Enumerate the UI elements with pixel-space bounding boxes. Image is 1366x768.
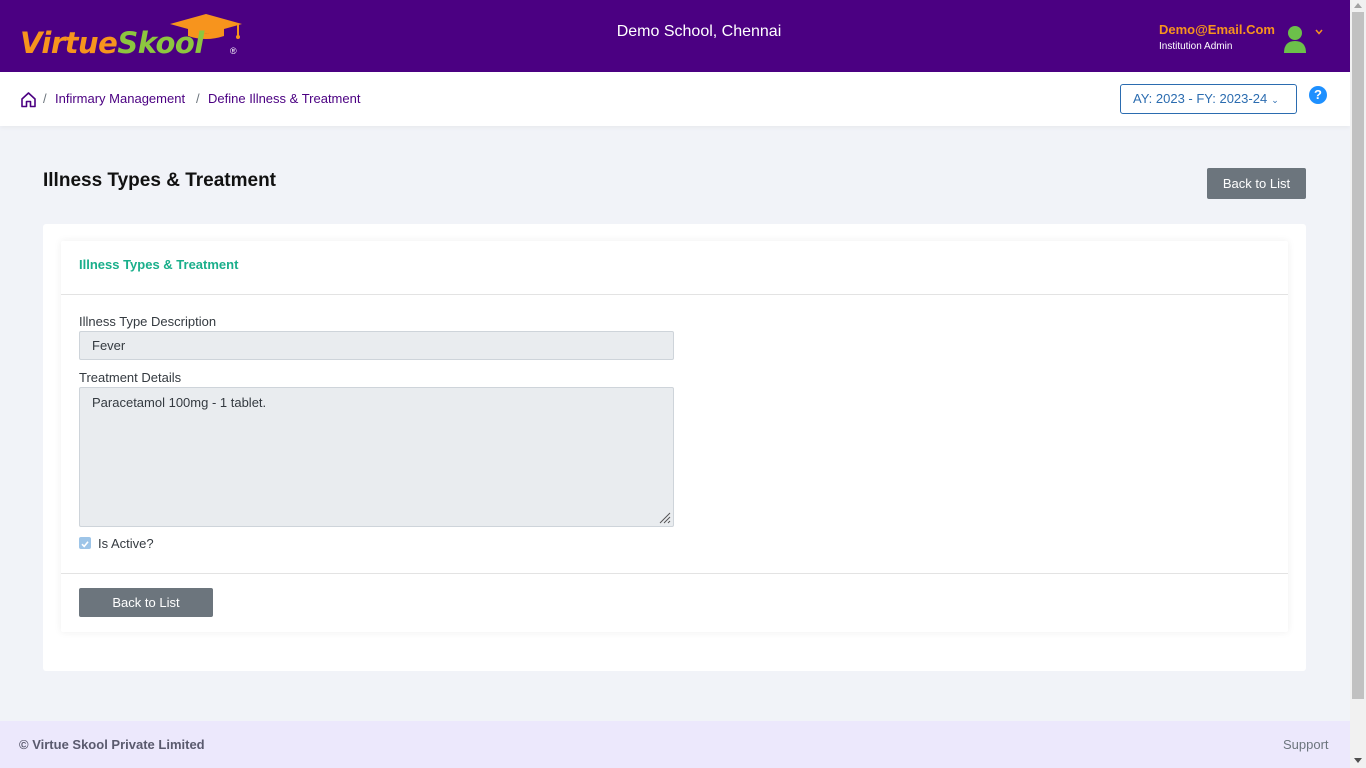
form-card-title: Illness Types & Treatment: [79, 257, 239, 272]
checkbox-checked-icon[interactable]: [79, 537, 91, 549]
divider: [61, 573, 1288, 574]
user-role: Institution Admin: [1159, 41, 1233, 52]
illness-type-field[interactable]: Fever: [79, 331, 674, 360]
resize-grip-icon[interactable]: [657, 510, 671, 524]
academic-year-value: AY: 2023 - FY: 2023-24: [1133, 91, 1268, 106]
registered-mark: ®: [230, 46, 237, 56]
breadcrumb-separator: /: [196, 91, 200, 106]
scroll-up-arrow-icon[interactable]: [1354, 3, 1362, 8]
back-to-list-button[interactable]: Back to List: [1207, 168, 1306, 199]
academic-year-select[interactable]: AY: 2023 - FY: 2023-24 ⌄: [1120, 84, 1297, 114]
chevron-down-icon: ⌄: [1271, 95, 1279, 105]
is-active-label: Is Active?: [98, 536, 154, 551]
user-icon[interactable]: [1282, 24, 1308, 54]
breadcrumb-current: Define Illness & Treatment: [208, 91, 361, 106]
breadcrumb-bar: / Infirmary Management / Define Illness …: [0, 72, 1350, 126]
treatment-details-field[interactable]: Paracetamol 100mg - 1 tablet.: [79, 387, 674, 527]
support-link[interactable]: Support: [1283, 737, 1329, 752]
breadcrumb-infirmary-management[interactable]: Infirmary Management: [55, 91, 185, 106]
home-icon[interactable]: [20, 91, 37, 108]
divider: [61, 294, 1288, 295]
copyright: © Virtue Skool Private Limited: [19, 737, 205, 752]
scroll-down-arrow-icon[interactable]: [1354, 758, 1362, 763]
back-to-list-button-bottom[interactable]: Back to List: [79, 588, 213, 617]
user-email[interactable]: Demo@Email.Com: [1159, 22, 1275, 37]
checkmark-icon: [81, 541, 89, 548]
breadcrumb-separator: /: [43, 91, 47, 106]
page-scrollbar[interactable]: [1350, 0, 1366, 768]
top-header: VirtueSkool ® Demo School, Chennai Demo@…: [0, 0, 1350, 72]
illness-type-label: Illness Type Description: [79, 314, 217, 329]
chevron-down-icon[interactable]: [1314, 27, 1324, 37]
treatment-details-label: Treatment Details: [79, 370, 182, 385]
help-icon[interactable]: ?: [1309, 86, 1327, 104]
scroll-thumb[interactable]: [1352, 12, 1364, 699]
footer: © Virtue Skool Private Limited Support: [0, 721, 1350, 768]
page-title: Illness Types & Treatment: [43, 170, 277, 191]
